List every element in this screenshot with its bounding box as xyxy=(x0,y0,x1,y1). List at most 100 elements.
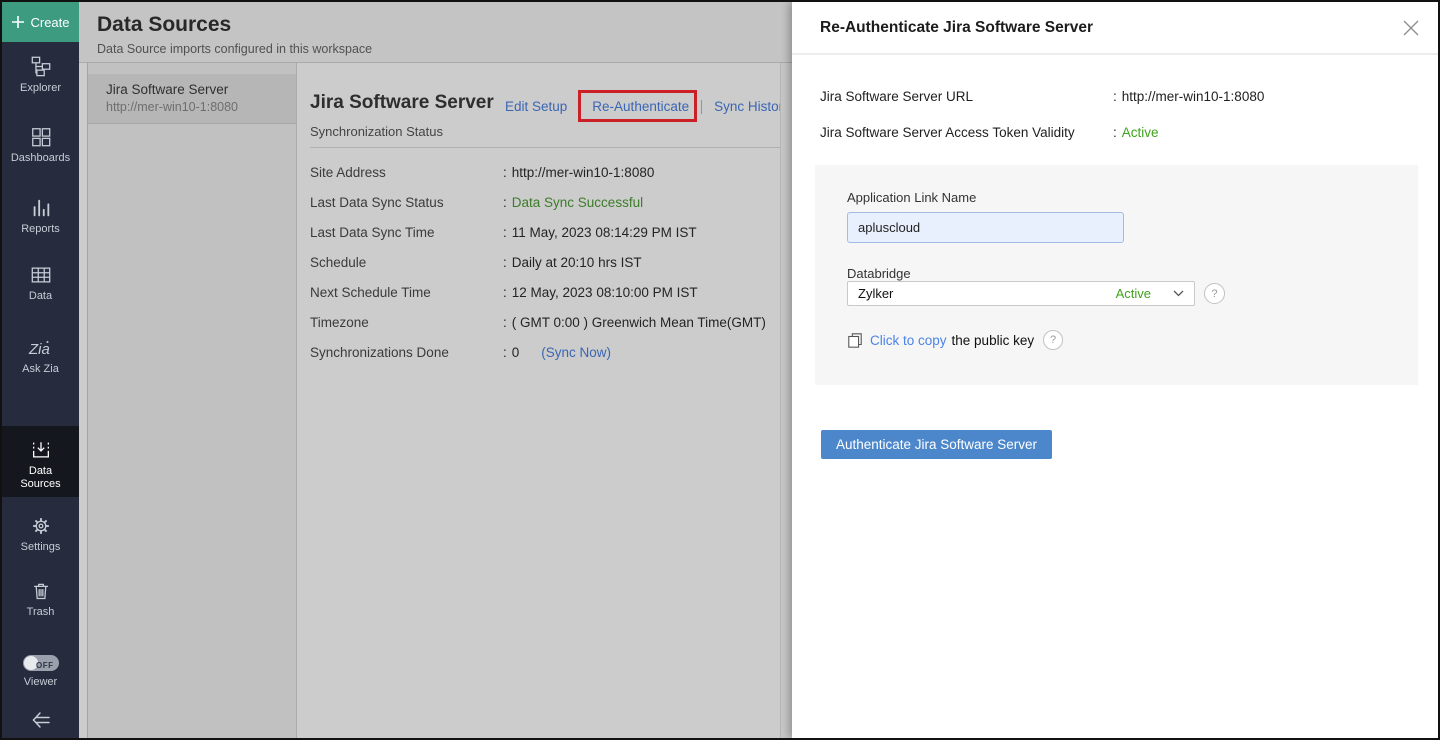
data-source-list: Jira Software Server http://mer-win10-1:… xyxy=(87,63,297,738)
create-button[interactable]: Create xyxy=(2,2,79,42)
row-value-success: Data Sync Successful xyxy=(512,195,643,210)
panel-info: Jira Software Server URL : http://mer-wi… xyxy=(820,78,1418,150)
info-value: http://mer-win10-1:8080 xyxy=(1122,89,1265,104)
row-label: Synchronizations Done xyxy=(310,345,503,360)
dashboards-icon xyxy=(30,126,52,148)
detail-title: Jira Software Server xyxy=(310,92,494,114)
row-value: Daily at 20:10 hrs IST xyxy=(512,255,642,270)
main-scrollbar[interactable] xyxy=(780,63,792,738)
sidebar-item-ask-zia[interactable]: Zia Ask Zia xyxy=(2,337,79,376)
re-authenticate-link[interactable]: Re-Authenticate xyxy=(580,99,701,114)
sidebar-item-label: Ask Zia xyxy=(22,363,59,375)
sidebar-item-data-sources[interactable]: Data Sources xyxy=(2,426,79,497)
re-authenticate-panel: Re-Authenticate Jira Software Server Jir… xyxy=(792,2,1438,738)
data-sources-import-icon xyxy=(30,439,52,461)
row-label: Last Data Sync Status xyxy=(310,195,503,210)
sidebar-item-reports[interactable]: Reports xyxy=(2,197,79,236)
row-colon: : xyxy=(503,195,507,210)
sidebar-item-label-line1: Data xyxy=(29,465,52,477)
row-label: Next Schedule Time xyxy=(310,285,503,300)
row-label: Last Data Sync Time xyxy=(310,225,503,240)
list-item-jira-software-server[interactable]: Jira Software Server http://mer-win10-1:… xyxy=(88,74,296,124)
close-icon[interactable] xyxy=(1400,17,1422,39)
viewer-toggle[interactable]: OFF xyxy=(23,655,59,671)
viewer-label: Viewer xyxy=(24,676,57,688)
databridge-select[interactable]: Zylker Active xyxy=(847,281,1195,306)
re-authenticate-form: Application Link Name Databridge Zylker … xyxy=(815,165,1418,385)
data-table-icon xyxy=(30,264,52,286)
info-colon: : xyxy=(1113,125,1117,140)
status-row: Next Schedule Time : 12 May, 2023 08:10:… xyxy=(310,277,780,307)
row-colon: : xyxy=(503,255,507,270)
info-label: Jira Software Server Access Token Validi… xyxy=(820,125,1113,140)
click-to-copy-link[interactable]: Click to copy xyxy=(870,333,947,348)
status-row: Timezone : ( GMT 0:00 ) Greenwich Mean T… xyxy=(310,307,780,337)
sync-now-link[interactable]: (Sync Now) xyxy=(541,345,611,360)
info-colon: : xyxy=(1113,89,1117,104)
row-value: 12 May, 2023 08:10:00 PM IST xyxy=(512,285,698,300)
sidebar-item-settings[interactable]: Settings xyxy=(2,515,79,554)
row-value: http://mer-win10-1:8080 xyxy=(512,165,655,180)
info-value-success: Active xyxy=(1122,125,1159,140)
list-item-url: http://mer-win10-1:8080 xyxy=(106,100,286,114)
explorer-icon xyxy=(30,54,52,78)
sync-status-section-title: Synchronization Status xyxy=(310,124,443,139)
list-item-name: Jira Software Server xyxy=(106,82,286,97)
detail-actions: Edit Setup Re-Authenticate Sync History xyxy=(505,99,802,114)
sidebar: Create Explorer Dashboards Reports xyxy=(2,2,79,738)
gear-icon xyxy=(30,515,52,537)
collapse-arrow-icon xyxy=(29,710,53,730)
row-colon: : xyxy=(503,165,507,180)
section-divider xyxy=(310,147,780,148)
page-subtitle: Data Source imports configured in this w… xyxy=(97,42,372,56)
sidebar-collapse-button[interactable] xyxy=(2,710,79,734)
row-value: 0 xyxy=(512,345,520,360)
info-row: Jira Software Server Access Token Validi… xyxy=(820,114,1418,150)
status-row: Last Data Sync Status : Data Sync Succes… xyxy=(310,187,780,217)
row-value: ( GMT 0:00 ) Greenwich Mean Time(GMT) xyxy=(512,315,766,330)
status-row: Site Address : http://mer-win10-1:8080 xyxy=(310,157,780,187)
authenticate-button[interactable]: Authenticate Jira Software Server xyxy=(821,430,1052,459)
create-label: Create xyxy=(30,15,69,30)
svg-text:Zia: Zia xyxy=(28,341,50,358)
databridge-label: Databridge xyxy=(847,266,911,281)
edit-setup-link[interactable]: Edit Setup xyxy=(505,99,579,114)
public-key-label: the public key xyxy=(952,333,1035,348)
info-label: Jira Software Server URL xyxy=(820,89,1113,104)
copy-icon[interactable] xyxy=(847,332,863,349)
sidebar-item-dashboards[interactable]: Dashboards xyxy=(2,126,79,165)
trash-icon xyxy=(30,580,52,602)
viewer-toggle-item[interactable]: OFF Viewer xyxy=(2,655,79,689)
chevron-down-icon xyxy=(1173,290,1184,297)
row-label: Site Address xyxy=(310,165,503,180)
row-colon: : xyxy=(503,285,507,300)
sidebar-item-label: Dashboards xyxy=(11,152,70,164)
page-header: Data Sources Data Source imports configu… xyxy=(79,2,792,63)
databridge-selected-value: Zylker xyxy=(858,286,1116,301)
public-key-help-icon[interactable]: ? xyxy=(1043,330,1063,350)
sidebar-item-explorer[interactable]: Explorer xyxy=(2,54,79,95)
toggle-state-label: OFF xyxy=(36,659,54,672)
sidebar-item-trash[interactable]: Trash xyxy=(2,580,79,619)
sidebar-item-label: Explorer xyxy=(20,82,61,94)
ask-zia-icon: Zia xyxy=(26,337,56,359)
sidebar-item-label: Reports xyxy=(21,223,60,235)
main-content: Data Sources Data Source imports configu… xyxy=(79,2,792,738)
sidebar-item-data[interactable]: Data xyxy=(2,264,79,303)
application-link-name-input[interactable] xyxy=(847,212,1124,243)
status-row: Synchronizations Done : 0 (Sync Now) xyxy=(310,337,780,367)
row-value: 11 May, 2023 08:14:29 PM IST xyxy=(512,225,697,240)
plus-icon xyxy=(11,15,25,29)
reports-icon xyxy=(30,197,52,219)
row-colon: : xyxy=(503,225,507,240)
databridge-help-icon[interactable]: ? xyxy=(1204,283,1225,304)
row-label: Schedule xyxy=(310,255,503,270)
info-row: Jira Software Server URL : http://mer-wi… xyxy=(820,78,1418,114)
panel-header: Re-Authenticate Jira Software Server xyxy=(792,2,1438,55)
sidebar-item-label: Trash xyxy=(27,606,55,618)
data-source-details: Jira Software Server Edit Setup Re-Authe… xyxy=(298,63,780,738)
sidebar-item-label-line2: Sources xyxy=(20,478,60,490)
row-colon: : xyxy=(503,315,507,330)
panel-title: Re-Authenticate Jira Software Server xyxy=(820,19,1093,37)
sync-status-rows: Site Address : http://mer-win10-1:8080 L… xyxy=(310,157,780,367)
